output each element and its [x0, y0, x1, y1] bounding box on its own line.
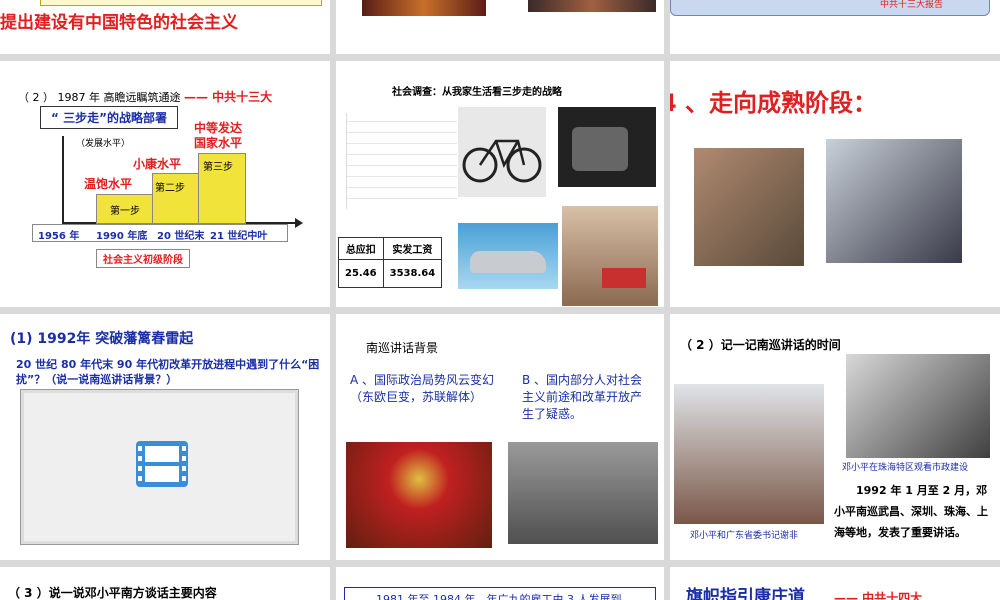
year-21c: 21 世纪中叶: [210, 231, 268, 242]
slide-1992-breakthrough[interactable]: (1) 1992年 突破藩篱春雷起 20 世纪 80 年代末 90 年代初改革开…: [0, 314, 330, 560]
step-2-label: 第二步: [155, 183, 185, 194]
three-steps-heading: （ 2 ） 1987 年 高瞻远瞩筑通途 —— 中共十三大: [18, 88, 272, 105]
table-cell: 3538.64: [382, 259, 443, 288]
photo-bicycle: [458, 107, 546, 197]
r4-3-title: 旗帜指引康庄道: [686, 587, 805, 600]
r4-1-title: （ 3 ）说一说邓小平南方谈话主要内容: [8, 586, 217, 600]
strategy-title-box: “ 三步走”的战略部署: [40, 106, 178, 129]
year-20c: 20 世纪末: [157, 231, 205, 242]
r4-2-text: 1981 年至 1984 年，年广九的雇工由 3 人发展到: [376, 593, 622, 600]
slide-r1-1-text: 提出建设有中国特色的社会主义: [0, 13, 238, 33]
background-question: 20 世纪 80 年代末 90 年代初改革开放进程中遇到了什么“困扰”？（说一说…: [16, 358, 320, 386]
banner-box: [40, 0, 322, 6]
photo-car: [458, 223, 558, 289]
y-axis: [62, 136, 64, 224]
slide-r1-2[interactable]: [336, 0, 664, 54]
report-caption: 中共十三大报告: [880, 0, 944, 10]
x-axis-arrow: [295, 218, 303, 228]
table-header: 实发工资: [382, 237, 443, 260]
step-3-label: 第三步: [203, 162, 233, 173]
slide-southern-tour-time[interactable]: （ 2 ）记一记南巡讲话的时间 邓小平在珠海特区观看市政建设 邓小平和广东省委书…: [670, 314, 1000, 560]
caption-zhuhai: 邓小平在珠海特区观看市政建设: [842, 463, 969, 473]
photo-deng-waving: [694, 148, 804, 266]
primary-stage-box: 社会主义初级阶段: [96, 249, 190, 268]
slide-southern-tour-background[interactable]: 南巡讲话背景 A 、国际政治局势风云变幻（东欧巨变，苏联解体） B 、国内部分人…: [336, 314, 664, 560]
slide-r4-1[interactable]: （ 3 ）说一说邓小平南方谈话主要内容: [0, 567, 330, 600]
point-b-domestic: B 、国内部分人对社会主义前途和改革开放产生了疑惑。: [522, 373, 643, 421]
slide-r1-1[interactable]: 提出建设有中国特色的社会主义: [0, 0, 330, 54]
photo-computer-user: [562, 206, 658, 306]
heading-text: （ 2 ） 1987 年 高瞻远瞩筑通途: [18, 91, 181, 104]
slide-three-steps[interactable]: （ 2 ） 1987 年 高瞻远瞩筑通途 —— 中共十三大 “ 三步走”的战略部…: [0, 61, 330, 307]
year-1956: 1956 年: [38, 231, 80, 242]
photo-television: [558, 107, 656, 187]
photo-meeting-hall: [362, 0, 486, 16]
label-wenbao: 温饱水平: [84, 177, 133, 191]
step-1-label: 第一步: [110, 206, 140, 217]
table-header: 总应扣: [338, 237, 384, 260]
y-label: （发展水平）: [76, 139, 131, 149]
photo-protest-crowd: [508, 442, 658, 544]
breakthrough-title: (1) 1992年 突破藩篱春雷起: [10, 331, 194, 347]
photo-delegation: [826, 139, 962, 263]
photo-train-meeting: [674, 384, 824, 524]
caption-xiefei: 邓小平和广东省委书记谢非: [690, 531, 799, 541]
bicycle-icon: [462, 139, 542, 183]
slide-r4-3[interactable]: 旗帜指引康庄道 —— 中共十四大: [670, 567, 1000, 600]
label-zhongdeng: 中等发达国家水平: [193, 121, 242, 150]
background-title: 南巡讲话背景: [366, 341, 439, 355]
tour-description: 1992 年 1 月至 2 月，邓小平南巡武昌、深圳、珠海、上海等地，发表了重要…: [834, 480, 996, 543]
salary-table: 总应扣 实发工资 25.46 3538.64: [338, 237, 443, 288]
film-icon[interactable]: [135, 440, 189, 488]
photo-handwritten-list: [346, 113, 457, 209]
r4-3-congress: —— 中共十四大: [834, 591, 923, 600]
video-player[interactable]: [20, 389, 299, 545]
car-body: [470, 251, 546, 273]
maturity-title: 4 、走向成熟阶段：: [670, 89, 878, 117]
photo-crowd: [528, 0, 656, 12]
tv-screen: [572, 127, 628, 171]
heading-party-congress: —— 中共十三大: [183, 90, 273, 104]
photo-zhuhai-tour: [846, 354, 990, 458]
label-xiaokang: 小康水平: [133, 157, 182, 171]
slide-r1-3[interactable]: 中共十三大报告: [670, 0, 1000, 54]
slide-maturity-stage[interactable]: 4 、走向成熟阶段：: [670, 61, 1000, 307]
laptop-shape: [602, 268, 646, 288]
photo-soviet-emblem: [346, 442, 492, 548]
survey-title: 社会调查：从我家生活看三步走的战略: [392, 87, 562, 98]
point-a-international: A 、国际政治局势风云变幻（东欧巨变，苏联解体）: [350, 373, 495, 404]
slide-social-survey[interactable]: 社会调查：从我家生活看三步走的战略 总应扣 实发工资 25.46 3538.64: [336, 61, 664, 307]
table-cell: 25.46: [338, 259, 384, 288]
year-1990: 1990 年底: [96, 231, 148, 242]
slide-r4-2[interactable]: 1981 年至 1984 年，年广九的雇工由 3 人发展到: [336, 567, 664, 600]
time-title: （ 2 ）记一记南巡讲话的时间: [680, 338, 841, 352]
